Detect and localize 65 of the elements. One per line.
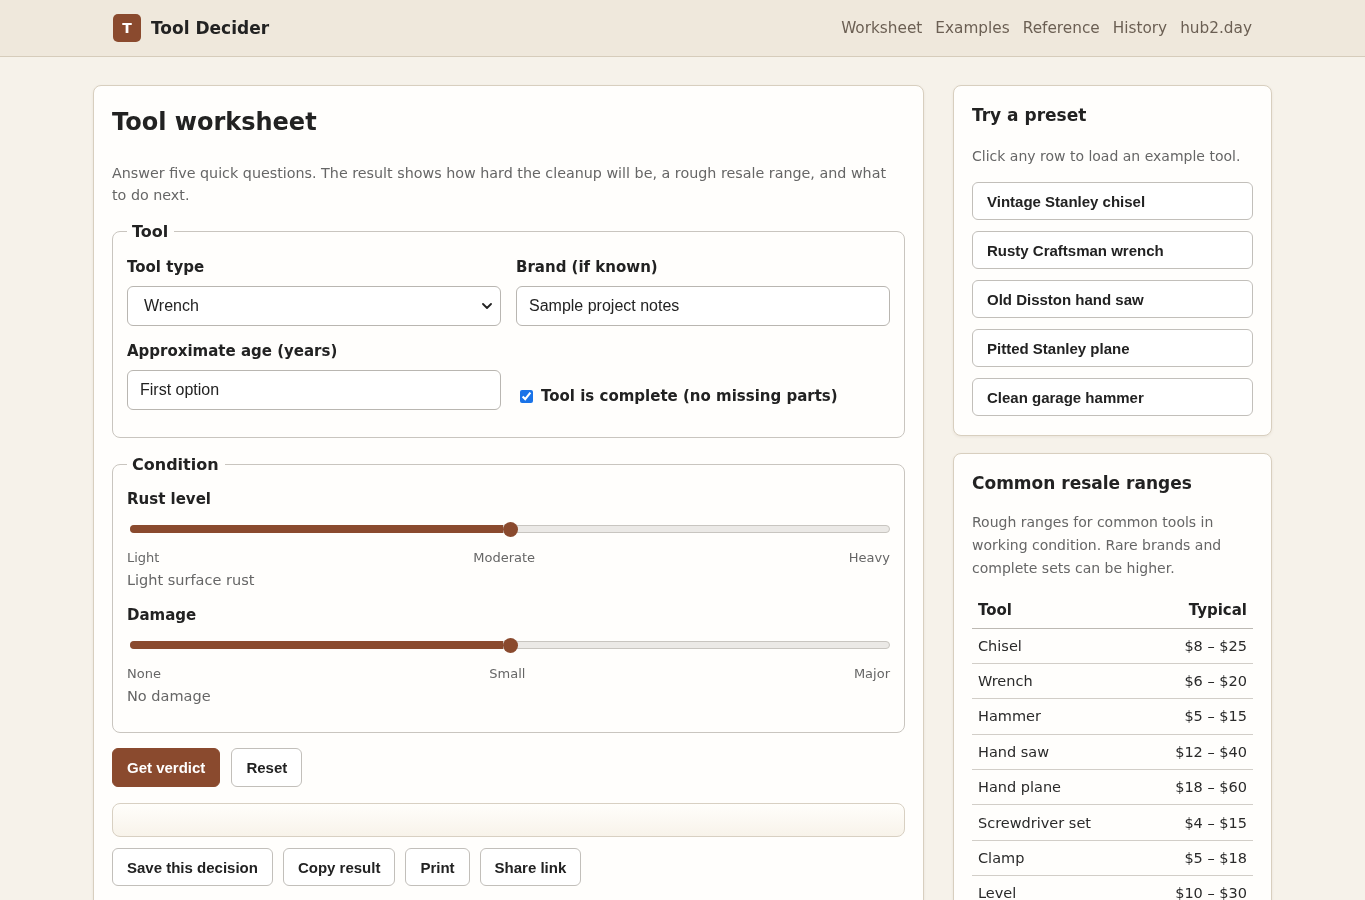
checkbox[interactable] bbox=[520, 389, 533, 403]
slider-value-note: No damage bbox=[127, 687, 212, 706]
input-field[interactable]: Sample project notes bbox=[516, 286, 890, 326]
slider-tick-label: Heavy bbox=[848, 550, 890, 566]
table-cell: $5 – $15 bbox=[1140, 698, 1253, 735]
nav-link[interactable]: Reference bbox=[1022, 19, 1100, 37]
column-header: Typical bbox=[1140, 592, 1253, 628]
submit-button[interactable]: Get verdict bbox=[112, 748, 221, 787]
nav-link[interactable]: History bbox=[1112, 19, 1168, 37]
slider-tick-label: Major bbox=[853, 666, 890, 682]
slider-thumb[interactable] bbox=[502, 521, 518, 537]
table-cell: $10 – $30 bbox=[1140, 875, 1253, 900]
nav-link[interactable]: hub2.day bbox=[1180, 19, 1252, 37]
action-button[interactable]: Print bbox=[405, 848, 470, 886]
table-cell: $4 – $15 bbox=[1140, 804, 1253, 841]
action-button[interactable]: Copy result bbox=[282, 848, 396, 886]
column-header: Tool bbox=[972, 592, 1141, 628]
table-cell: $12 – $40 bbox=[1140, 734, 1253, 770]
page-title: Tool worksheet bbox=[112, 107, 318, 138]
preset-button[interactable]: Clean garage hammer bbox=[972, 378, 1253, 416]
field-label: Approximate age (years) bbox=[127, 341, 339, 361]
card-description: Click any row to load an example tool. bbox=[972, 147, 1242, 166]
field-label: Brand (if known) bbox=[516, 257, 659, 277]
field-label: Tool type bbox=[127, 257, 206, 277]
table-cell: $8 – $25 bbox=[1140, 628, 1253, 664]
table-cell: $18 – $60 bbox=[1140, 769, 1253, 805]
reset-button[interactable]: Reset bbox=[231, 748, 303, 787]
table-cell: Clamp bbox=[972, 840, 1141, 876]
table-cell: Hand saw bbox=[972, 734, 1141, 770]
table-cell: $6 – $20 bbox=[1140, 663, 1253, 699]
slider-value-note: Light surface rust bbox=[127, 571, 256, 590]
select-field[interactable]: Wrench bbox=[127, 286, 501, 326]
slider-label: Rust level bbox=[127, 489, 212, 509]
table-cell: $5 – $18 bbox=[1140, 840, 1253, 876]
preset-button[interactable]: Old Disston hand saw bbox=[972, 280, 1253, 318]
slider-label: Damage bbox=[127, 605, 198, 625]
preset-button[interactable]: Pitted Stanley plane bbox=[972, 329, 1253, 367]
slider-tick-label: None bbox=[127, 666, 161, 682]
app-title: Tool Decider bbox=[151, 18, 270, 38]
table-cell: Screwdriver set bbox=[972, 804, 1141, 841]
slider-thumb[interactable] bbox=[502, 637, 518, 653]
chevron-down-icon bbox=[482, 303, 492, 309]
table-cell: Hand plane bbox=[972, 769, 1141, 805]
app-logo: T bbox=[113, 14, 141, 42]
card-description: Rough ranges for common tools in working condition. Rare brands and complete sets can be higher. bbox=[972, 513, 1223, 578]
action-button[interactable]: Save this decision bbox=[112, 848, 273, 886]
table-cell: Level bbox=[972, 875, 1141, 900]
nav-link[interactable]: Worksheet bbox=[841, 19, 923, 37]
nav-link[interactable]: Examples bbox=[935, 19, 1010, 37]
section-legend: Condition bbox=[127, 455, 225, 474]
preset-button[interactable]: Rusty Craftsman wrench bbox=[972, 231, 1253, 269]
table-cell: Chisel bbox=[972, 628, 1141, 664]
action-button[interactable]: Share link bbox=[479, 848, 582, 886]
card-title: Try a preset bbox=[972, 104, 1088, 126]
slider-tick-label: Small bbox=[489, 666, 526, 682]
card-title: Common resale ranges bbox=[972, 472, 1193, 494]
table-cell: Wrench bbox=[972, 663, 1141, 699]
checkbox-label: Tool is complete (no missing parts) bbox=[541, 387, 838, 405]
intro-text: Answer five quick questions. The result shows how hard the cleanup will be, a rough resale range, and what to do next. bbox=[112, 164, 887, 205]
table-cell: Hammer bbox=[972, 698, 1141, 735]
slider-tick-label: Light bbox=[127, 550, 160, 566]
section-legend: Tool bbox=[127, 222, 175, 241]
input-field[interactable]: First option bbox=[127, 370, 501, 410]
slider-tick-label: Moderate bbox=[473, 550, 536, 566]
preset-button[interactable]: Vintage Stanley chisel bbox=[972, 182, 1253, 220]
